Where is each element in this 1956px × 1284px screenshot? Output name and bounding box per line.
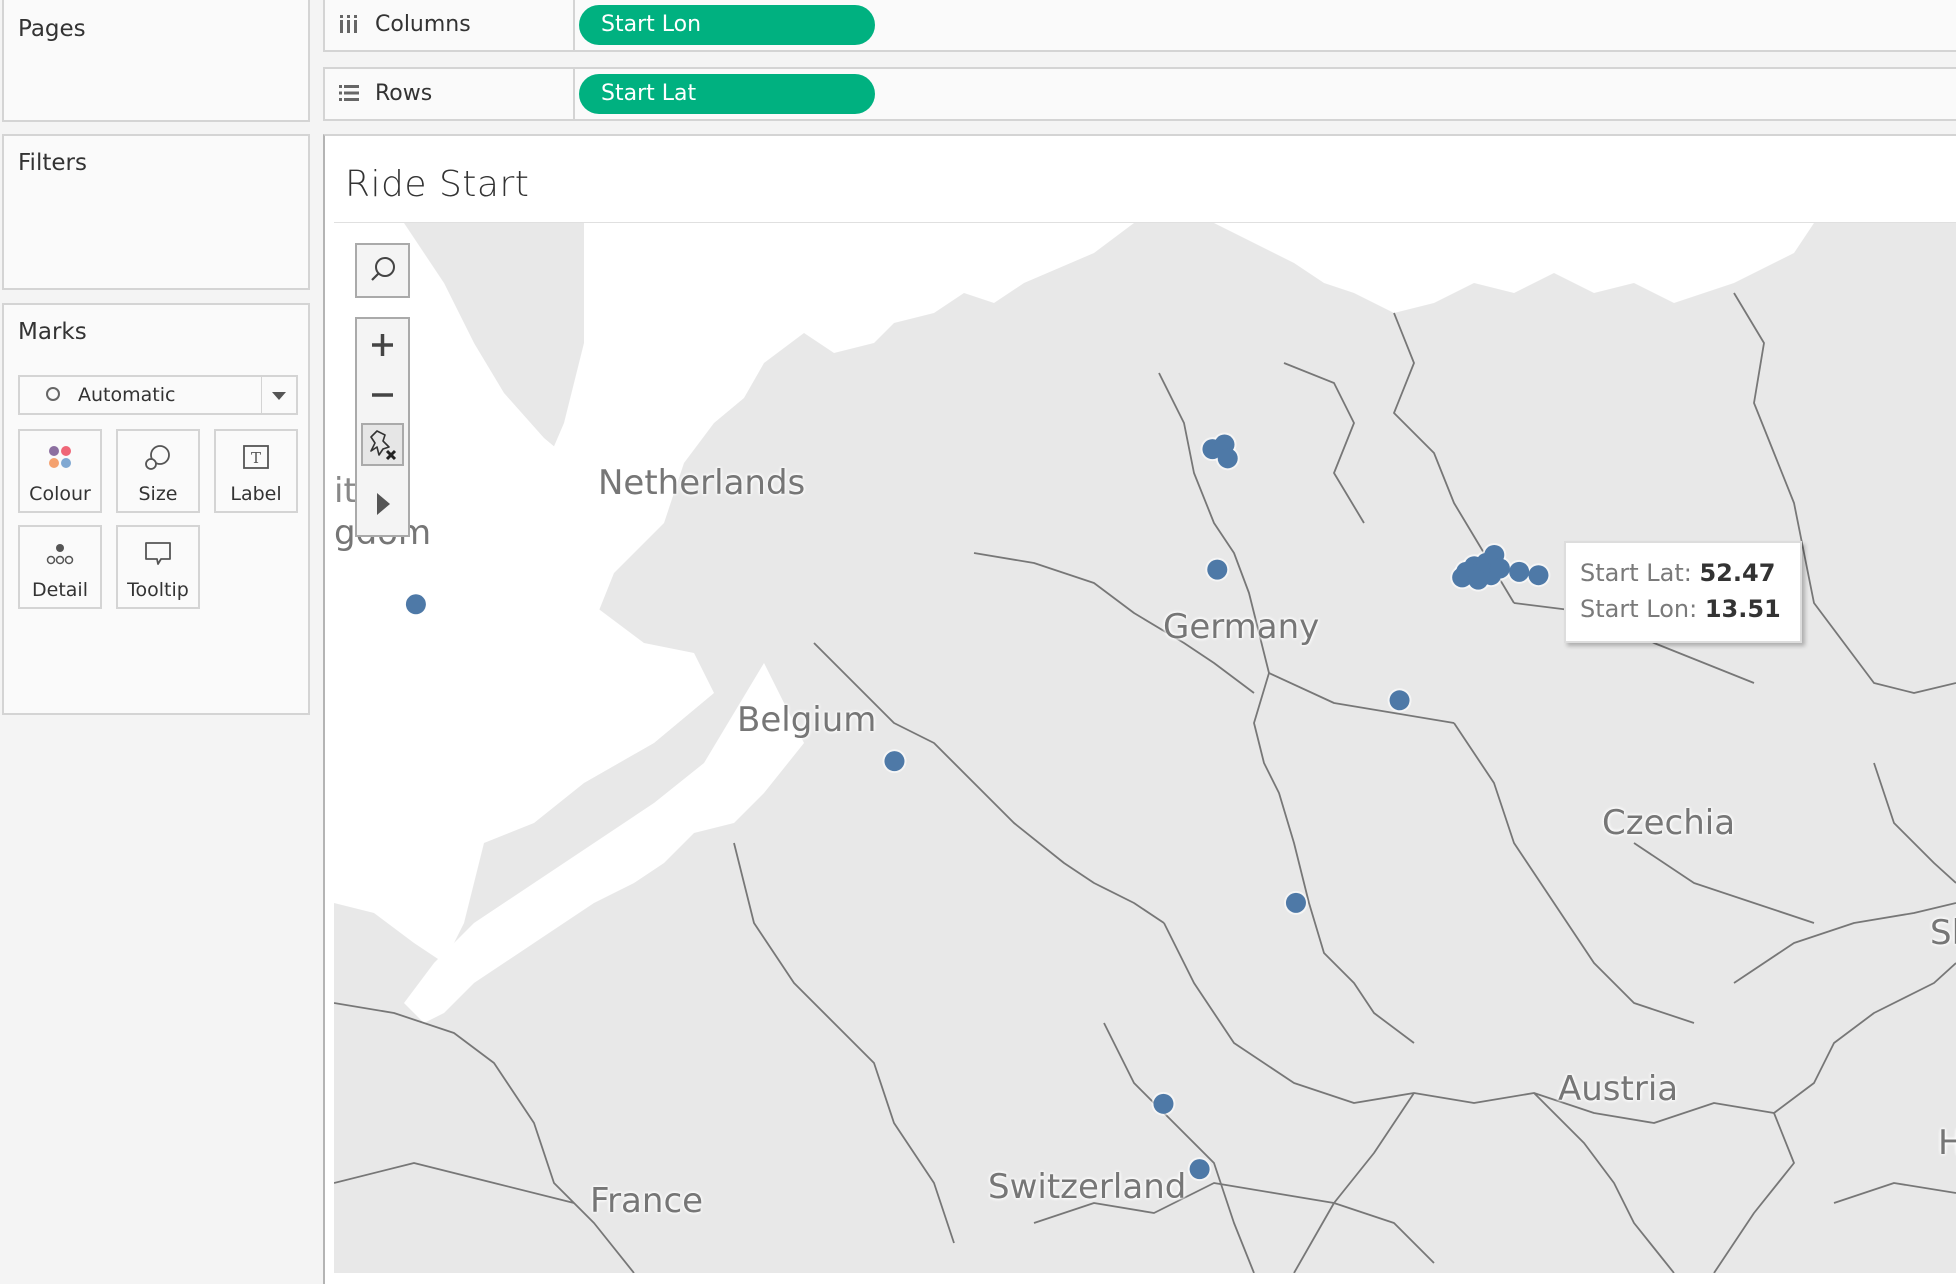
detail-button[interactable]: Detail — [18, 525, 102, 609]
columns-label: Columns — [375, 12, 471, 37]
detail-icon — [46, 544, 74, 565]
map-point-3[interactable] — [1217, 448, 1238, 469]
play-arrow-icon — [377, 493, 390, 515]
map-point-15[interactable] — [1528, 565, 1549, 586]
start-lon-pill[interactable]: Start Lon — [579, 5, 875, 45]
columns-icon — [340, 15, 357, 33]
country-label-belgium: Belgium — [737, 700, 877, 740]
marks-title: Marks — [18, 319, 87, 345]
map-canvas — [334, 223, 1956, 1273]
pages-card: Pages — [2, 0, 310, 122]
country-label-germany: Germany — [1163, 607, 1320, 647]
map-point-19[interactable] — [1153, 1093, 1174, 1114]
rows-label: Rows — [375, 81, 433, 106]
plus-icon — [372, 334, 393, 356]
filters-card[interactable]: Filters — [2, 134, 310, 290]
tooltip-icon — [145, 542, 171, 565]
country-label-hungary: H — [1938, 1123, 1956, 1163]
mark-type-dropdown[interactable]: Automatic — [18, 375, 298, 415]
size-icon — [145, 445, 170, 470]
viz-title: Ride Start — [345, 164, 530, 205]
filters-title: Filters — [18, 150, 87, 176]
unpin-icon — [370, 430, 397, 461]
country-label-czechia: Czechia — [1602, 803, 1736, 843]
circle-icon — [46, 387, 60, 401]
map-search-button[interactable] — [355, 243, 410, 298]
map-point-18[interactable] — [1285, 892, 1306, 913]
country-label-france: France — [590, 1181, 704, 1221]
minus-icon — [372, 393, 393, 397]
rows-shelf[interactable]: Rows Start Lat — [323, 67, 1956, 121]
map-point-4[interactable] — [1207, 559, 1228, 580]
country-label-netherlands: Netherlands — [598, 463, 806, 503]
zoom-out-button[interactable] — [357, 373, 408, 417]
map-point-16[interactable] — [884, 751, 905, 772]
search-icon — [371, 257, 395, 281]
sea-north — [504, 223, 1134, 663]
tooltip-button[interactable]: Tooltip — [116, 525, 200, 609]
colour-icon — [49, 446, 71, 468]
country-label-switzerland: Switzerland — [988, 1167, 1187, 1207]
tooltip-lat-label: Start Lat: — [1580, 559, 1692, 587]
expand-toolbar-button[interactable] — [357, 479, 408, 529]
size-button[interactable]: Size — [116, 429, 200, 513]
mark-tooltip: Start Lat: 52.47 Start Lon: 13.51 — [1564, 541, 1802, 643]
zoom-in-button[interactable] — [357, 323, 408, 367]
country-label-austria: Austria — [1558, 1069, 1679, 1109]
baltic-sea — [1214, 223, 1814, 313]
map-zoom-toolbar — [355, 317, 410, 537]
unpin-map-button[interactable] — [361, 423, 404, 466]
colour-button[interactable]: Colour — [18, 429, 102, 513]
country-label-slovakia: Sl — [1930, 913, 1956, 953]
marks-card: Marks Automatic Colour Size T Label Deta… — [2, 303, 310, 715]
map-view[interactable]: Netherlands Germany Belgium Czechia Aust… — [334, 222, 1956, 1273]
tooltip-lon-value: 13.51 — [1704, 595, 1781, 623]
start-lat-pill[interactable]: Start Lat — [579, 74, 875, 114]
pages-title: Pages — [18, 16, 86, 42]
label-icon: T — [243, 445, 269, 469]
map-point-0[interactable] — [405, 594, 426, 615]
svg-text:T: T — [251, 449, 261, 467]
tooltip-lon-label: Start Lon: — [1580, 595, 1698, 623]
label-button[interactable]: T Label — [214, 429, 298, 513]
tooltip-lat-value: 52.47 — [1699, 559, 1776, 587]
mark-type-label: Automatic — [78, 384, 176, 406]
map-point-17[interactable] — [1389, 690, 1410, 711]
map-point-14[interactable] — [1509, 561, 1530, 582]
chevron-down-icon[interactable] — [272, 392, 286, 400]
rows-icon — [339, 85, 359, 101]
map-point-13[interactable] — [1489, 558, 1510, 579]
columns-shelf[interactable]: Columns Start Lon — [323, 0, 1956, 52]
map-point-20[interactable] — [1189, 1159, 1210, 1180]
